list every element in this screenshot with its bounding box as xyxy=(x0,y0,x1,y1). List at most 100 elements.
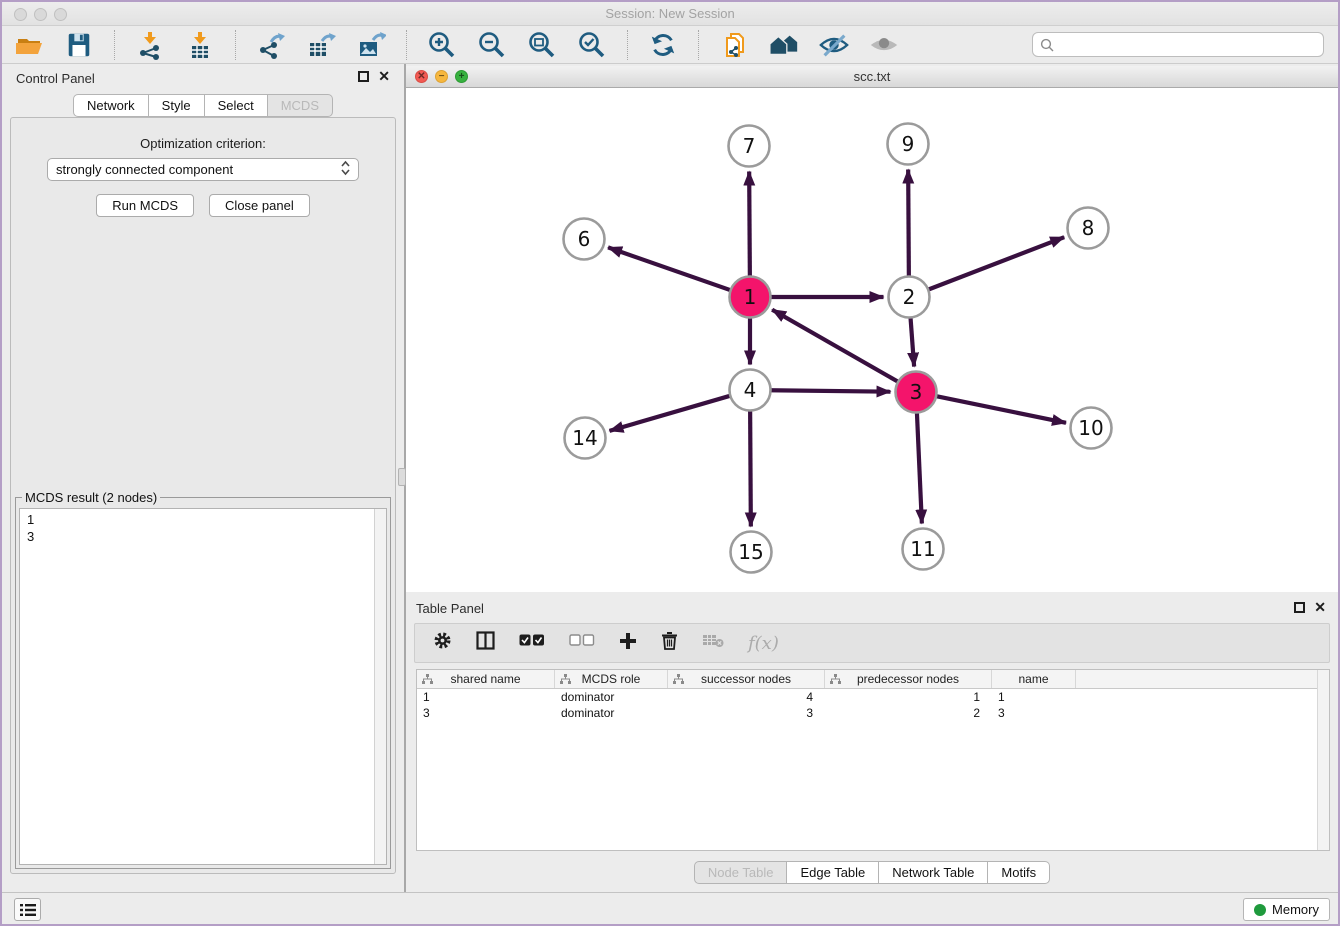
tab-style[interactable]: Style xyxy=(149,94,205,117)
graph-edge-4-14[interactable] xyxy=(609,395,731,430)
tab-mcds[interactable]: MCDS xyxy=(268,94,333,117)
graph-node-2[interactable]: 2 xyxy=(889,277,930,318)
export-network-button[interactable] xyxy=(254,29,288,61)
network-graph: 7 9 6 8 1 2 4 3 14 10 15 11 xyxy=(406,88,1336,591)
network-canvas[interactable]: 7 9 6 8 1 2 4 3 14 10 15 11 xyxy=(406,88,1338,591)
split-pane-handle[interactable] xyxy=(398,468,406,486)
show-column-panel-button[interactable] xyxy=(476,631,495,655)
table-cell[interactable]: dominator xyxy=(555,689,668,705)
column-header-predecessor-nodes[interactable]: predecessor nodes xyxy=(825,670,992,688)
zoom-fit-button[interactable] xyxy=(525,29,559,61)
hide-selected-button[interactable] xyxy=(817,29,851,61)
save-session-button[interactable] xyxy=(62,29,96,61)
close-network-button[interactable]: ✕ xyxy=(415,70,428,83)
tab-network[interactable]: Network xyxy=(73,94,149,117)
zoom-window-button[interactable] xyxy=(54,8,67,21)
table-cell[interactable]: 4 xyxy=(668,689,825,705)
table-cell[interactable]: 2 xyxy=(825,705,992,721)
minimize-window-button[interactable] xyxy=(34,8,47,21)
deselect-all-columns-button[interactable] xyxy=(569,634,595,652)
select-all-columns-button[interactable] xyxy=(519,634,545,652)
import-table-button[interactable] xyxy=(183,29,217,61)
table-cell[interactable]: 3 xyxy=(668,705,825,721)
graph-node-11[interactable]: 11 xyxy=(903,529,944,570)
clone-network-button[interactable] xyxy=(717,29,751,61)
close-panel-icon[interactable]: ✕ xyxy=(378,71,390,82)
search-input[interactable] xyxy=(1059,37,1316,52)
graph-edge-3-1[interactable] xyxy=(772,310,899,383)
graph-edge-2-8[interactable] xyxy=(927,237,1064,290)
table-settings-button[interactable] xyxy=(433,631,452,655)
float-table-panel-icon[interactable] xyxy=(1294,602,1305,613)
table-row[interactable]: 1dominator411 xyxy=(417,689,1329,705)
close-window-button[interactable] xyxy=(14,8,27,21)
export-table-button[interactable] xyxy=(304,29,338,61)
table-cell[interactable]: 1 xyxy=(825,689,992,705)
criterion-dropdown[interactable]: strongly connected component xyxy=(47,158,359,181)
mcds-tab-content: Optimization criterion: strongly connect… xyxy=(10,117,396,874)
memory-status-icon xyxy=(1254,904,1266,916)
graph-node-3[interactable]: 3 xyxy=(896,372,937,413)
tab-motifs[interactable]: Motifs xyxy=(988,861,1050,884)
graph-node-7[interactable]: 7 xyxy=(729,126,770,167)
zoom-in-icon xyxy=(427,30,457,60)
graph-edge-2-9[interactable] xyxy=(908,169,909,277)
tab-select[interactable]: Select xyxy=(205,94,268,117)
graph-node-15[interactable]: 15 xyxy=(731,532,772,573)
plus-icon xyxy=(619,632,637,650)
table-cell[interactable]: 3 xyxy=(992,705,1076,721)
tab-edge-table[interactable]: Edge Table xyxy=(787,861,879,884)
graph-edge-3-10[interactable] xyxy=(935,396,1066,423)
graph-node-4[interactable]: 4 xyxy=(730,370,771,411)
tab-network-table[interactable]: Network Table xyxy=(879,861,988,884)
svg-text:15: 15 xyxy=(738,540,763,564)
graph-edge-4-15[interactable] xyxy=(750,409,751,526)
eye-icon xyxy=(868,30,900,60)
run-mcds-button[interactable]: Run MCDS xyxy=(96,194,194,217)
table-cell[interactable]: 3 xyxy=(417,705,555,721)
column-header-shared-name[interactable]: shared name xyxy=(417,670,555,688)
result-scrollbar[interactable] xyxy=(374,509,386,864)
show-all-networks-button[interactable] xyxy=(767,29,801,61)
graph-edge-3-11[interactable] xyxy=(917,411,922,523)
graph-node-8[interactable]: 8 xyxy=(1068,208,1109,249)
column-header-successor-nodes[interactable]: successor nodes xyxy=(668,670,825,688)
float-panel-icon[interactable] xyxy=(358,71,369,82)
function-builder-button[interactable]: f(x) xyxy=(748,633,779,654)
import-network-button[interactable] xyxy=(133,29,167,61)
graph-node-9[interactable]: 9 xyxy=(888,124,929,165)
tab-node-table[interactable]: Node Table xyxy=(694,861,788,884)
graph-node-1[interactable]: 1 xyxy=(730,277,771,318)
graph-edge-2-3[interactable] xyxy=(910,316,914,366)
refresh-button[interactable] xyxy=(646,29,680,61)
open-session-button[interactable] xyxy=(12,29,46,61)
zoom-in-button[interactable] xyxy=(425,29,459,61)
table-scrollbar[interactable] xyxy=(1317,670,1329,850)
graph-node-6[interactable]: 6 xyxy=(564,219,605,260)
close-table-panel-icon[interactable]: ✕ xyxy=(1314,602,1326,613)
table-cell[interactable]: dominator xyxy=(555,705,668,721)
task-history-button[interactable] xyxy=(14,898,41,921)
graph-edge-1-7[interactable] xyxy=(749,171,750,277)
column-header-mcds-role[interactable]: MCDS role xyxy=(555,670,668,688)
table-panel-title: Table Panel xyxy=(416,601,484,616)
table-cell[interactable]: 1 xyxy=(417,689,555,705)
maximize-network-button[interactable]: + xyxy=(455,70,468,83)
memory-button[interactable]: Memory xyxy=(1243,898,1330,921)
zoom-selected-button[interactable] xyxy=(575,29,609,61)
zoom-out-button[interactable] xyxy=(475,29,509,61)
graph-node-14[interactable]: 14 xyxy=(565,418,606,459)
table-cell[interactable]: 1 xyxy=(992,689,1076,705)
minimize-network-button[interactable]: − xyxy=(435,70,448,83)
table-row[interactable]: 3dominator323 xyxy=(417,705,1329,721)
close-panel-button[interactable]: Close panel xyxy=(209,194,310,217)
graph-node-10[interactable]: 10 xyxy=(1071,408,1112,449)
column-header-name[interactable]: name xyxy=(992,670,1076,688)
delete-column-button[interactable] xyxy=(661,631,678,655)
delete-table-button[interactable] xyxy=(702,633,724,653)
graph-edge-1-6[interactable] xyxy=(608,247,732,290)
export-image-button[interactable] xyxy=(354,29,388,61)
add-column-button[interactable] xyxy=(619,632,637,655)
show-graphics-details-button[interactable] xyxy=(867,29,901,61)
graph-edge-4-3[interactable] xyxy=(769,390,890,391)
